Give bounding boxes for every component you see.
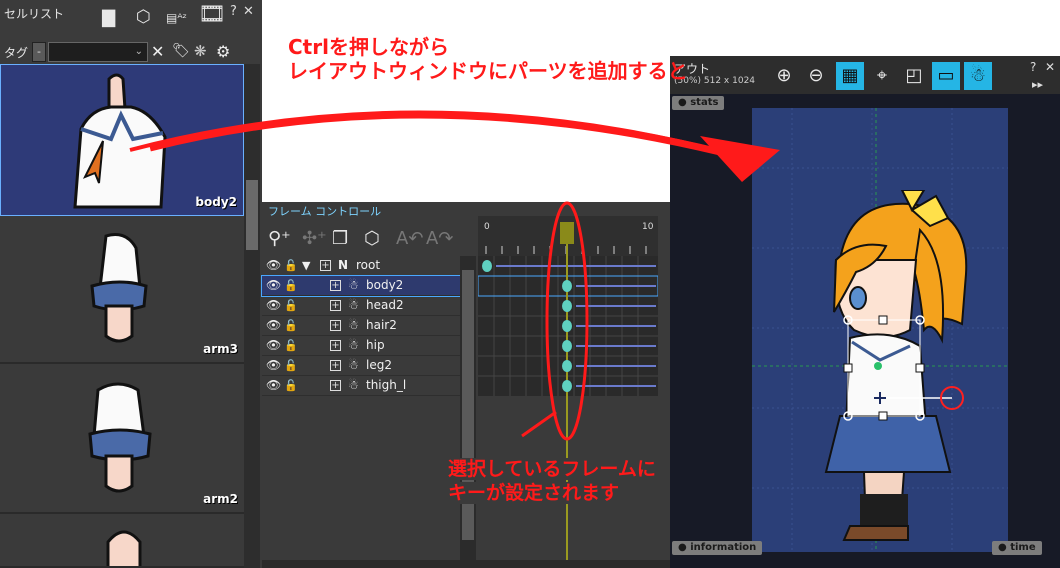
note-text-line2: キーが設定されます — [446, 482, 622, 504]
note-text-line1: 選択しているフレームに — [446, 458, 658, 480]
